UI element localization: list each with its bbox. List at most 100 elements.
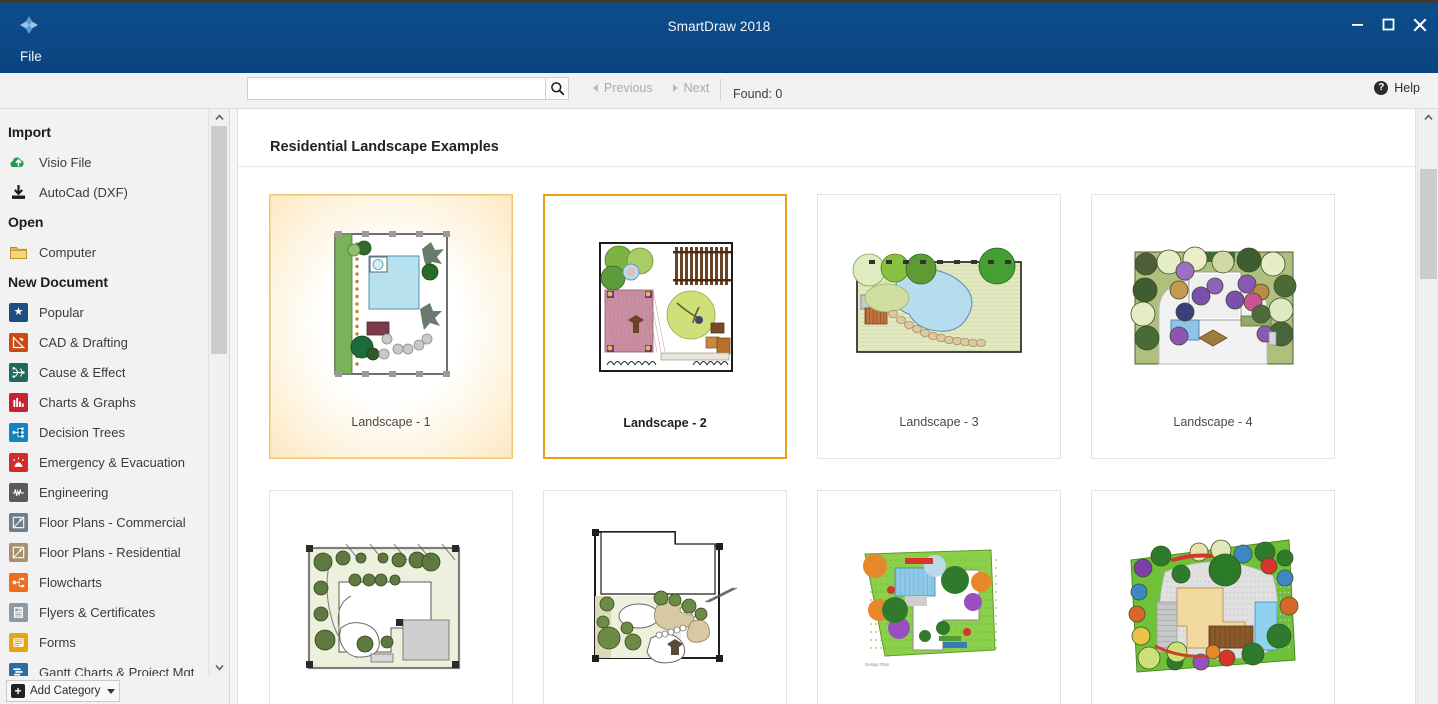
landscape-plan-8-thumbnail xyxy=(1109,507,1317,703)
sidebar-item-cad-drafting[interactable]: CAD & Drafting xyxy=(0,327,208,357)
landscape-plan-6-thumbnail xyxy=(561,507,769,703)
sidebar-item-label: Flyers & Certificates xyxy=(39,604,156,620)
floorplan-residential-icon xyxy=(9,542,28,562)
cloud-upload-icon xyxy=(9,153,28,172)
sidebar-scrollbar[interactable] xyxy=(208,109,229,676)
svg-text:Design Plan: Design Plan xyxy=(865,662,890,667)
cause-effect-icon xyxy=(9,362,28,382)
maximize-button[interactable] xyxy=(1380,16,1397,33)
close-button[interactable] xyxy=(1411,16,1428,33)
template-card-label: Landscape - 4 xyxy=(1173,415,1253,429)
template-grid: Landscape - 1 Landscape - 2 Landscape - 3 L… xyxy=(238,167,1415,704)
landscape-plan-7-thumbnail: Design Plan xyxy=(835,507,1043,703)
sidebar-item-charts-graphs[interactable]: Charts & Graphs xyxy=(0,387,208,417)
templates-content-area: Residential Landscape Examples Landscape… xyxy=(237,109,1416,704)
sidebar-item-flyers-certificates[interactable]: Flyers & Certificates xyxy=(0,597,208,627)
bar-chart-icon xyxy=(9,392,28,412)
sidebar: Import Visio File AutoCad (DXF) Open Compute… xyxy=(0,109,230,704)
landscape-plan-3-thumbnail xyxy=(835,211,1043,407)
document-icon xyxy=(9,602,28,622)
sidebar-item-label: Emergency & Evacuation xyxy=(39,454,185,470)
sidebar-item-cause-effect[interactable]: Cause & Effect xyxy=(0,357,208,387)
sidebar-item-engineering[interactable]: Engineering xyxy=(0,477,208,507)
minimize-button[interactable] xyxy=(1349,16,1366,33)
floorplan-commercial-icon xyxy=(9,512,28,532)
template-card-label: Landscape - 1 xyxy=(351,415,431,429)
sidebar-item-label: Popular xyxy=(39,304,84,320)
main-panel: Residential Landscape Examples Landscape… xyxy=(230,109,1438,704)
template-card[interactable]: Landscape - 4 xyxy=(1091,194,1335,459)
caret-down-icon[interactable] xyxy=(107,688,115,694)
triangle-left-icon xyxy=(593,84,598,92)
sidebar-item-forms[interactable]: Forms xyxy=(0,627,208,657)
template-card[interactable]: Design Plan xyxy=(817,490,1061,704)
sidebar-item-label: Charts & Graphs xyxy=(39,394,136,410)
search-icon[interactable] xyxy=(545,77,569,100)
waveform-icon xyxy=(9,482,28,502)
landscape-plan-4-thumbnail xyxy=(1109,211,1317,407)
sidebar-scroll-down-icon[interactable] xyxy=(209,659,229,676)
cad-drafting-icon xyxy=(9,332,28,352)
toolbar-divider xyxy=(720,79,721,101)
sidebar-item-label: Floor Plans - Residential xyxy=(39,544,181,560)
folder-icon xyxy=(9,243,28,262)
star-icon: ★ xyxy=(9,302,28,322)
template-card[interactable] xyxy=(269,490,513,704)
previous-label: Previous xyxy=(604,81,653,95)
sidebar-scroll-region: Import Visio File AutoCad (DXF) Open Compute… xyxy=(0,109,208,676)
decision-tree-icon xyxy=(9,422,28,442)
landscape-plan-2-thumbnail xyxy=(561,212,769,408)
sidebar-scroll-thumb[interactable] xyxy=(211,126,227,354)
gantt-icon xyxy=(9,662,28,676)
sidebar-item-label: Flowcharts xyxy=(39,574,102,590)
sidebar-item-flowcharts[interactable]: Flowcharts xyxy=(0,567,208,597)
search-navigation: Previous Next xyxy=(585,81,717,95)
sidebar-item-emergency-evacuation[interactable]: Emergency & Evacuation xyxy=(0,447,208,477)
sidebar-item-autocad-dxf[interactable]: AutoCad (DXF) xyxy=(0,177,208,207)
sidebar-item-floor-plans-commercial[interactable]: Floor Plans - Commercial xyxy=(0,507,208,537)
main-scroll-up-icon[interactable] xyxy=(1418,109,1438,126)
main-scrollbar[interactable] xyxy=(1417,109,1438,704)
window-title: SmartDraw 2018 xyxy=(667,19,771,34)
help-button[interactable]: ? Help xyxy=(1374,81,1420,95)
sidebar-item-label: Decision Trees xyxy=(39,424,125,440)
add-category-button[interactable]: + Add Category xyxy=(6,680,120,702)
sidebar-item-floor-plans-residential[interactable]: Floor Plans - Residential xyxy=(0,537,208,567)
sidebar-item-label: CAD & Drafting xyxy=(39,334,128,350)
search-container xyxy=(247,77,569,100)
template-card[interactable]: Landscape - 2 xyxy=(543,194,787,459)
sidebar-item-label: Visio File xyxy=(39,154,92,170)
triangle-right-icon xyxy=(672,84,678,92)
sidebar-item-computer[interactable]: Computer xyxy=(0,237,208,267)
sidebar-scroll-up-icon[interactable] xyxy=(209,109,229,126)
sidebar-item-label: Computer xyxy=(39,244,97,260)
alarm-icon xyxy=(9,452,28,472)
window-controls xyxy=(1349,16,1428,33)
previous-button[interactable]: Previous xyxy=(585,81,661,95)
next-button[interactable]: Next xyxy=(665,81,718,95)
template-card[interactable]: Landscape - 3 xyxy=(817,194,1061,459)
search-toolbar: Previous Next ? Help xyxy=(0,73,1438,109)
file-menu-button[interactable]: File xyxy=(20,49,42,64)
title-bar: SmartDraw 2018 File xyxy=(0,3,1438,73)
body-area: Import Visio File AutoCad (DXF) Open Compute… xyxy=(0,109,1438,704)
search-input[interactable] xyxy=(247,77,545,100)
sidebar-item-label: Cause & Effect xyxy=(39,364,126,380)
sidebar-item-popular[interactable]: ★ Popular xyxy=(0,297,208,327)
sidebar-heading-new-document: New Document xyxy=(8,274,108,290)
main-scroll-thumb[interactable] xyxy=(1420,169,1437,279)
sidebar-item-label: Forms xyxy=(39,634,76,650)
help-label: Help xyxy=(1394,81,1420,95)
template-card[interactable] xyxy=(1091,490,1335,704)
sidebar-item-visio-file[interactable]: Visio File xyxy=(0,147,208,177)
flowchart-icon xyxy=(9,572,28,592)
template-card-label: Landscape - 3 xyxy=(899,415,979,429)
smartdraw-app-window: SmartDraw 2018 File Previous Next ? Help… xyxy=(0,0,1438,704)
template-card-label: Landscape - 2 xyxy=(623,416,707,430)
landscape-plan-1-thumbnail xyxy=(287,211,495,407)
template-card[interactable] xyxy=(543,490,787,704)
sidebar-item-decision-trees[interactable]: Decision Trees xyxy=(0,417,208,447)
sidebar-item-label: AutoCad (DXF) xyxy=(39,184,128,200)
template-card[interactable]: Landscape - 1 xyxy=(269,194,513,459)
sidebar-item-gantt-charts-project-mgt[interactable]: Gantt Charts & Project Mgt xyxy=(0,657,208,676)
